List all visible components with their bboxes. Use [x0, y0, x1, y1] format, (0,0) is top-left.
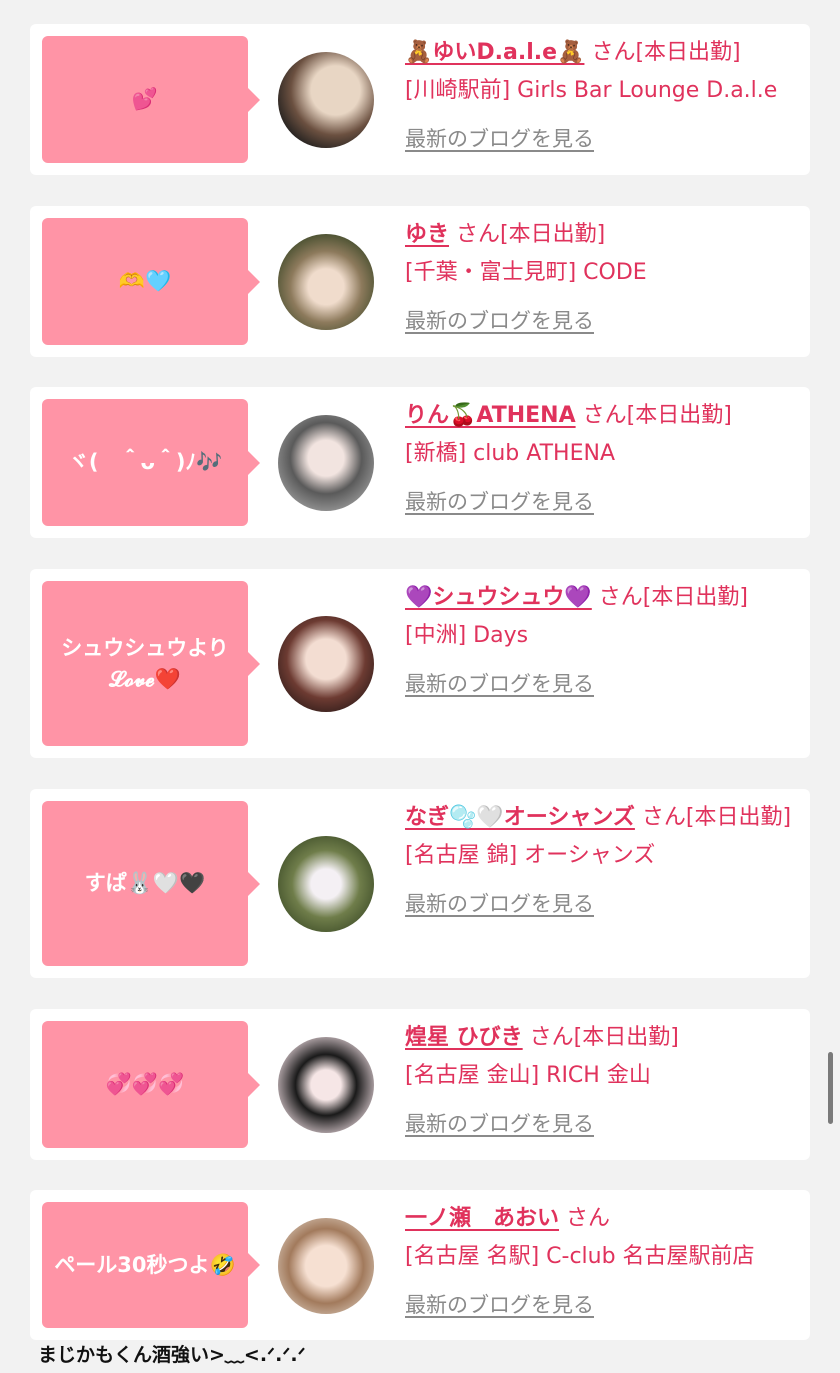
girl-card: シュウシュウより𝓛𝓸𝓿𝓮❤️ 💜シュウシュウ💜 さん[本日出勤] [中洲] Da… — [30, 569, 810, 758]
message-text: ヾ( ＾ᴗ＾)ﾉ🎶 — [67, 450, 223, 475]
latest-blog-link[interactable]: 最新のブログを見る — [405, 672, 594, 696]
shop-text: [新橋] club ATHENA — [405, 441, 615, 466]
message-text: ペール30秒つよ🤣 — [54, 1252, 236, 1277]
status-text: さん[本日出勤] — [456, 222, 606, 247]
girl-card: 🫶🩵 ゆき さん[本日出勤] [千葉・富士見町] CODE 最新のブログを見る — [30, 206, 810, 357]
latest-blog-link[interactable]: 最新のブログを見る — [405, 892, 594, 916]
girl-name-link[interactable]: 一ノ瀬 あおい — [405, 1206, 559, 1231]
scrollbar[interactable] — [828, 1052, 833, 1124]
girl-card: すぱ🐰🤍🖤 なぎ🫧🤍オーシャンズ さん[本日出勤] [名古屋 錦] オーシャンズ… — [30, 789, 810, 978]
girl-name-link[interactable]: 💜シュウシュウ💜 — [405, 585, 592, 610]
avatar[interactable] — [278, 1218, 374, 1314]
girl-card: ヾ( ＾ᴗ＾)ﾉ🎶 りん🍒ATHENA さん[本日出勤] [新橋] club A… — [30, 387, 810, 538]
message-bubble: 🫶🩵 — [42, 218, 260, 345]
avatar[interactable] — [278, 1037, 374, 1133]
girl-name-link[interactable]: 🧸ゆいD.a.l.e🧸 — [405, 40, 584, 65]
message-text: すぱ🐰🤍🖤 — [84, 871, 206, 896]
avatar[interactable] — [278, 52, 374, 148]
latest-blog-link[interactable]: 最新のブログを見る — [405, 127, 594, 151]
status-text: さん[本日出勤] — [591, 40, 741, 65]
status-text: さん[本日出勤] — [582, 403, 732, 428]
girl-name-link[interactable]: 煌星 ひびき — [405, 1025, 523, 1050]
avatar[interactable] — [278, 836, 374, 932]
girl-card: 💕 🧸ゆいD.a.l.e🧸 さん[本日出勤] [川崎駅前] Girls Bar … — [30, 24, 810, 175]
shop-text: [川崎駅前] Girls Bar Lounge D.a.l.e — [405, 78, 778, 103]
message-text: 💕 — [131, 87, 159, 112]
status-text: さん — [566, 1206, 611, 1231]
latest-blog-link[interactable]: 最新のブログを見る — [405, 1293, 594, 1317]
status-text: さん[本日出勤] — [529, 1025, 679, 1050]
latest-blog-link[interactable]: 最新のブログを見る — [405, 309, 594, 333]
message-bubble: 💞💞💞 — [42, 1021, 260, 1148]
shop-text: [名古屋 錦] オーシャンズ — [405, 843, 656, 868]
girl-name-link[interactable]: ゆき — [405, 222, 449, 247]
status-text: さん[本日出勤] — [598, 585, 748, 610]
avatar[interactable] — [278, 415, 374, 511]
avatar[interactable] — [278, 234, 374, 330]
latest-blog-link[interactable]: 最新のブログを見る — [405, 490, 594, 514]
shop-text: [千葉・富士見町] CODE — [405, 260, 647, 285]
message-text: 💞💞💞 — [105, 1072, 185, 1097]
shop-text: [名古屋 金山] RICH 金山 — [405, 1063, 651, 1088]
girl-name-link[interactable]: りん🍒ATHENA — [405, 403, 576, 428]
message-bubble: ペール30秒つよ🤣 — [42, 1202, 260, 1328]
message-bubble: ヾ( ＾ᴗ＾)ﾉ🎶 — [42, 399, 260, 526]
shop-text: [中洲] Days — [405, 623, 529, 648]
status-text: さん[本日出勤] — [641, 805, 792, 830]
latest-blog-link[interactable]: 最新のブログを見る — [405, 1112, 594, 1136]
girl-card: ペール30秒つよ🤣 一ノ瀬 あおい さん [名古屋 名駅] C-club 名古屋… — [30, 1190, 810, 1340]
message-bubble: すぱ🐰🤍🖤 — [42, 801, 260, 966]
avatar[interactable] — [278, 616, 374, 712]
message-bubble: 💕 — [42, 36, 260, 163]
message-bubble: シュウシュウより𝓛𝓸𝓿𝓮❤️ — [42, 581, 260, 746]
shop-text: [名古屋 名駅] C-club 名古屋駅前店 — [405, 1244, 755, 1269]
girl-name-link[interactable]: なぎ🫧🤍オーシャンズ — [405, 805, 635, 830]
message-text: 🫶🩵 — [118, 269, 172, 294]
girl-card: 💞💞💞 煌星 ひびき さん[本日出勤] [名古屋 金山] RICH 金山 最新の… — [30, 1009, 810, 1160]
message-text: シュウシュウより𝓛𝓸𝓿𝓮❤️ — [61, 636, 229, 691]
overlay-caption: まじかもくん酒強い>﹏<.ᐟ.ᐟ.ᐟ — [38, 1344, 306, 1366]
